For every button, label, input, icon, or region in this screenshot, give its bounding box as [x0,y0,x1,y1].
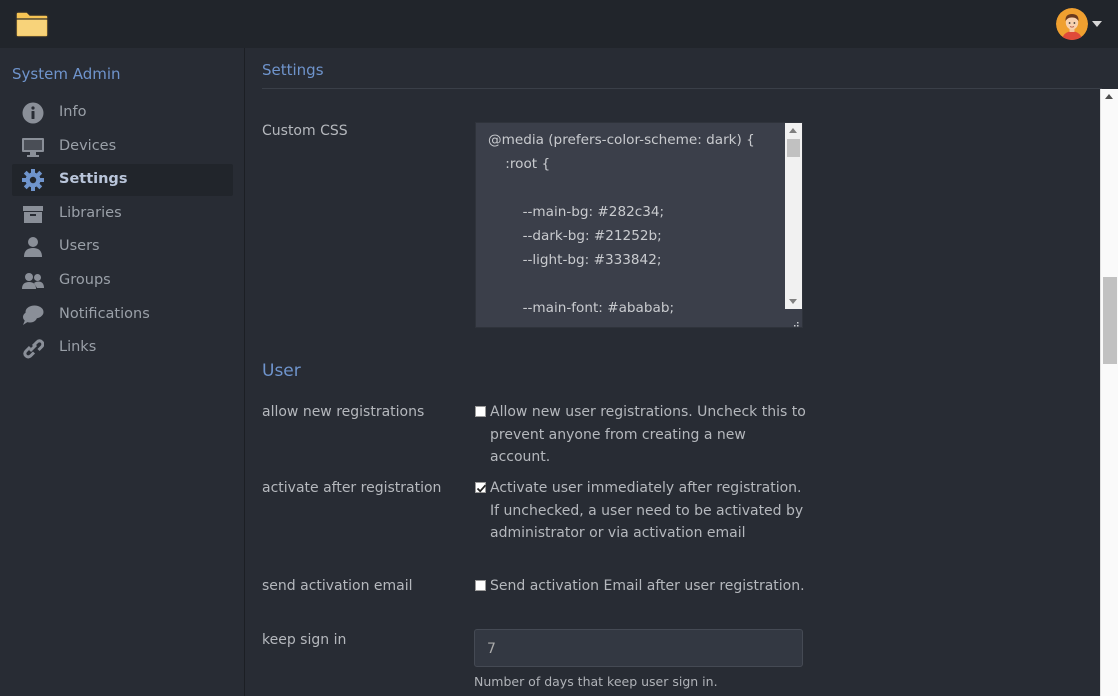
comments-icon [22,304,44,326]
sidebar-item-links[interactable]: Links [12,332,233,364]
activate-after-registration-description: Activate user immediately after registra… [490,480,804,541]
user-icon [22,236,44,258]
main-content: Settings Custom CSS @media (prefers-colo… [246,48,1118,696]
monitor-icon [22,136,44,158]
checkmark-icon [476,484,487,493]
send-activation-email-description: Send activation Email after user registr… [490,578,805,594]
resize-handle-icon[interactable] [789,315,799,327]
sidebar-item-label: Devices [59,137,117,154]
sidebar-item-label: Settings [59,171,128,188]
sidebar: System Admin Info Devices Settings Libra… [0,48,245,696]
allow-registrations-label: allow new registrations [262,404,425,420]
scrollbar-thumb[interactable] [1103,277,1117,364]
activate-after-registration-label: activate after registration [262,480,442,496]
keep-sign-in-label: keep sign in [262,632,347,648]
info-icon [22,102,44,124]
allow-registrations-description: Allow new user registrations. Uncheck th… [490,404,806,465]
code-line: @media (prefers-color-scheme: dark) { [488,132,755,148]
code-line: --dark-bg: #21252b; [488,228,662,244]
top-bar [0,0,1118,48]
sidebar-nav: Info Devices Settings Libraries Users Gr… [12,97,233,366]
users-icon [22,270,44,292]
link-icon [22,337,45,359]
page-title: Settings [262,61,324,79]
send-activation-email-label: send activation email [262,578,413,594]
sidebar-item-libraries[interactable]: Libraries [12,198,233,230]
allow-registrations-checkbox[interactable] [475,406,486,417]
sidebar-item-devices[interactable]: Devices [12,131,233,163]
custom-css-label: Custom CSS [262,123,348,139]
gear-icon [22,169,44,192]
divider [262,88,1102,89]
keep-sign-in-value: 7 [487,641,496,657]
user-menu-button[interactable] [1056,8,1104,40]
activate-after-registration-checkbox[interactable] [475,482,487,493]
keep-sign-in-help: Number of days that keep user sign in. [474,674,718,689]
sidebar-item-label: Info [59,104,87,120]
sidebar-item-label: Notifications [59,305,150,322]
scroll-up-icon[interactable] [1105,94,1113,99]
code-line: --light-bg: #333842; [488,252,662,268]
sidebar-item-label: Links [59,339,97,356]
user-avatar-icon [1056,8,1088,40]
sidebar-item-label: Groups [59,271,111,288]
sidebar-item-label: Libraries [59,204,122,221]
keep-sign-in-input[interactable]: 7 [474,629,803,667]
sidebar-item-label: Users [59,238,100,255]
code-line: --main-bg: #282c34; [488,204,665,220]
folder-icon[interactable] [15,10,49,38]
scroll-down-icon[interactable] [789,299,797,304]
code-line: --main-font: #ababab; [488,300,675,316]
sidebar-item-settings[interactable]: Settings [12,164,233,197]
chevron-down-icon [1092,21,1102,27]
sidebar-item-users[interactable]: Users [12,231,233,263]
sidebar-item-info[interactable]: Info [12,97,233,129]
page-scrollbar[interactable] [1100,89,1118,696]
textarea-scrollbar[interactable] [785,123,802,309]
code-line: :root { [488,156,551,172]
sidebar-item-notifications[interactable]: Notifications [12,299,233,331]
sidebar-title: System Admin [12,65,121,83]
section-title-user: User [262,361,301,381]
sidebar-item-groups[interactable]: Groups [12,265,233,297]
send-activation-email-checkbox[interactable] [475,580,486,591]
custom-css-textarea[interactable]: @media (prefers-color-scheme: dark) { :r… [475,122,803,328]
scroll-up-icon[interactable] [789,128,797,133]
archive-icon [22,203,44,225]
scrollbar-thumb[interactable] [787,139,800,157]
